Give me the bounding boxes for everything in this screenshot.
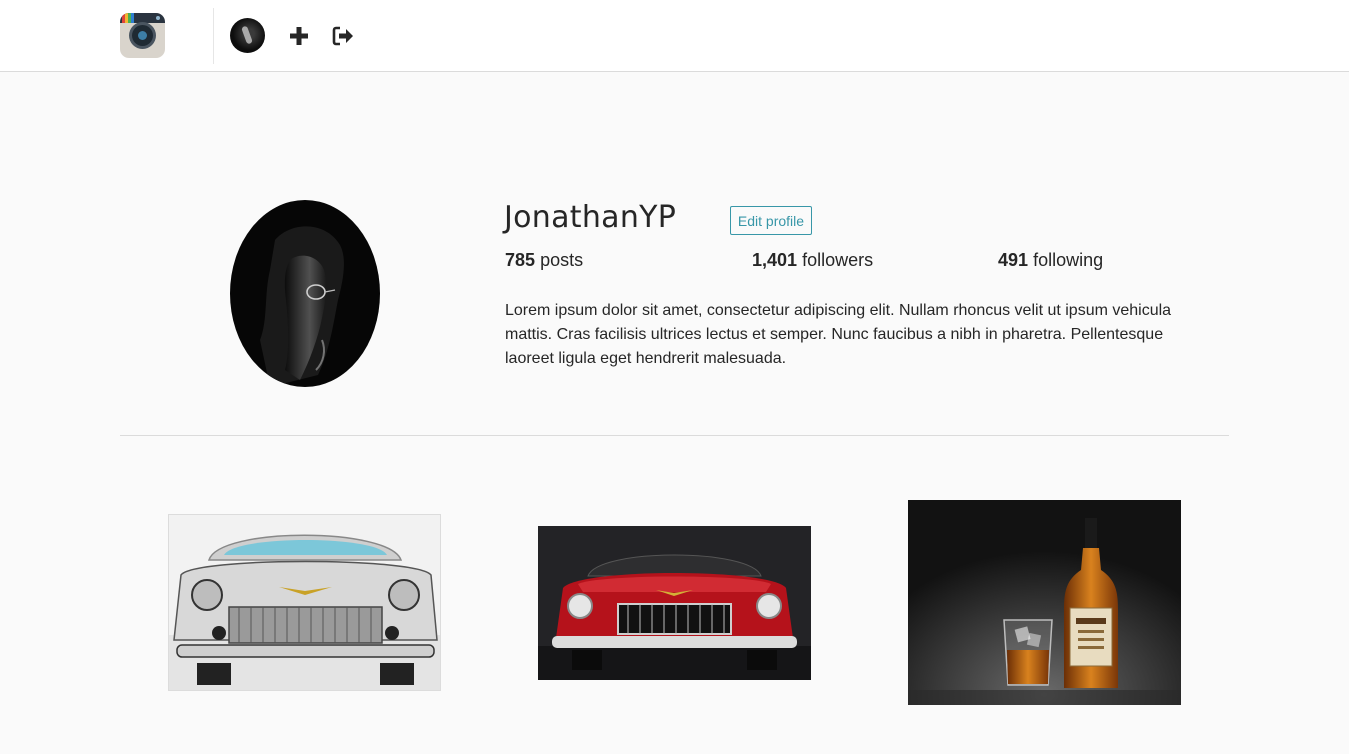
user-avatar-icon[interactable] [230, 18, 265, 53]
sign-out-icon[interactable] [331, 24, 355, 48]
top-nav-bar [0, 0, 1349, 72]
edit-profile-button[interactable]: Edit profile [730, 206, 812, 235]
camera-app-logo-icon[interactable] [120, 13, 165, 58]
profile-bio: Lorem ipsum dolor sit amet, consectetur … [505, 302, 1172, 367]
followers-count: 1,401 [752, 250, 798, 270]
section-divider [120, 435, 1229, 436]
profile-avatar [230, 200, 380, 387]
post-thumbnail-white-car[interactable] [168, 514, 441, 691]
logo-flash [156, 16, 160, 20]
logo-stripe-blue [131, 13, 134, 23]
posts-stat: 785 posts [505, 248, 583, 272]
profile-username: JonathanYP [504, 200, 677, 235]
plus-icon[interactable] [287, 24, 311, 48]
following-label: following [1033, 250, 1104, 270]
logo-lens [132, 25, 153, 46]
following-count: 491 [998, 250, 1029, 270]
post-thumbnail-red-car[interactable] [538, 526, 811, 680]
posts-count: 785 [505, 250, 536, 270]
posts-label: posts [540, 250, 584, 270]
nav-divider [213, 8, 214, 64]
followers-label: followers [802, 250, 874, 270]
followers-stat[interactable]: 1,401 followers [752, 248, 873, 272]
post-thumbnail-whisky[interactable] [908, 500, 1181, 705]
following-stat[interactable]: 491 following [998, 248, 1103, 272]
